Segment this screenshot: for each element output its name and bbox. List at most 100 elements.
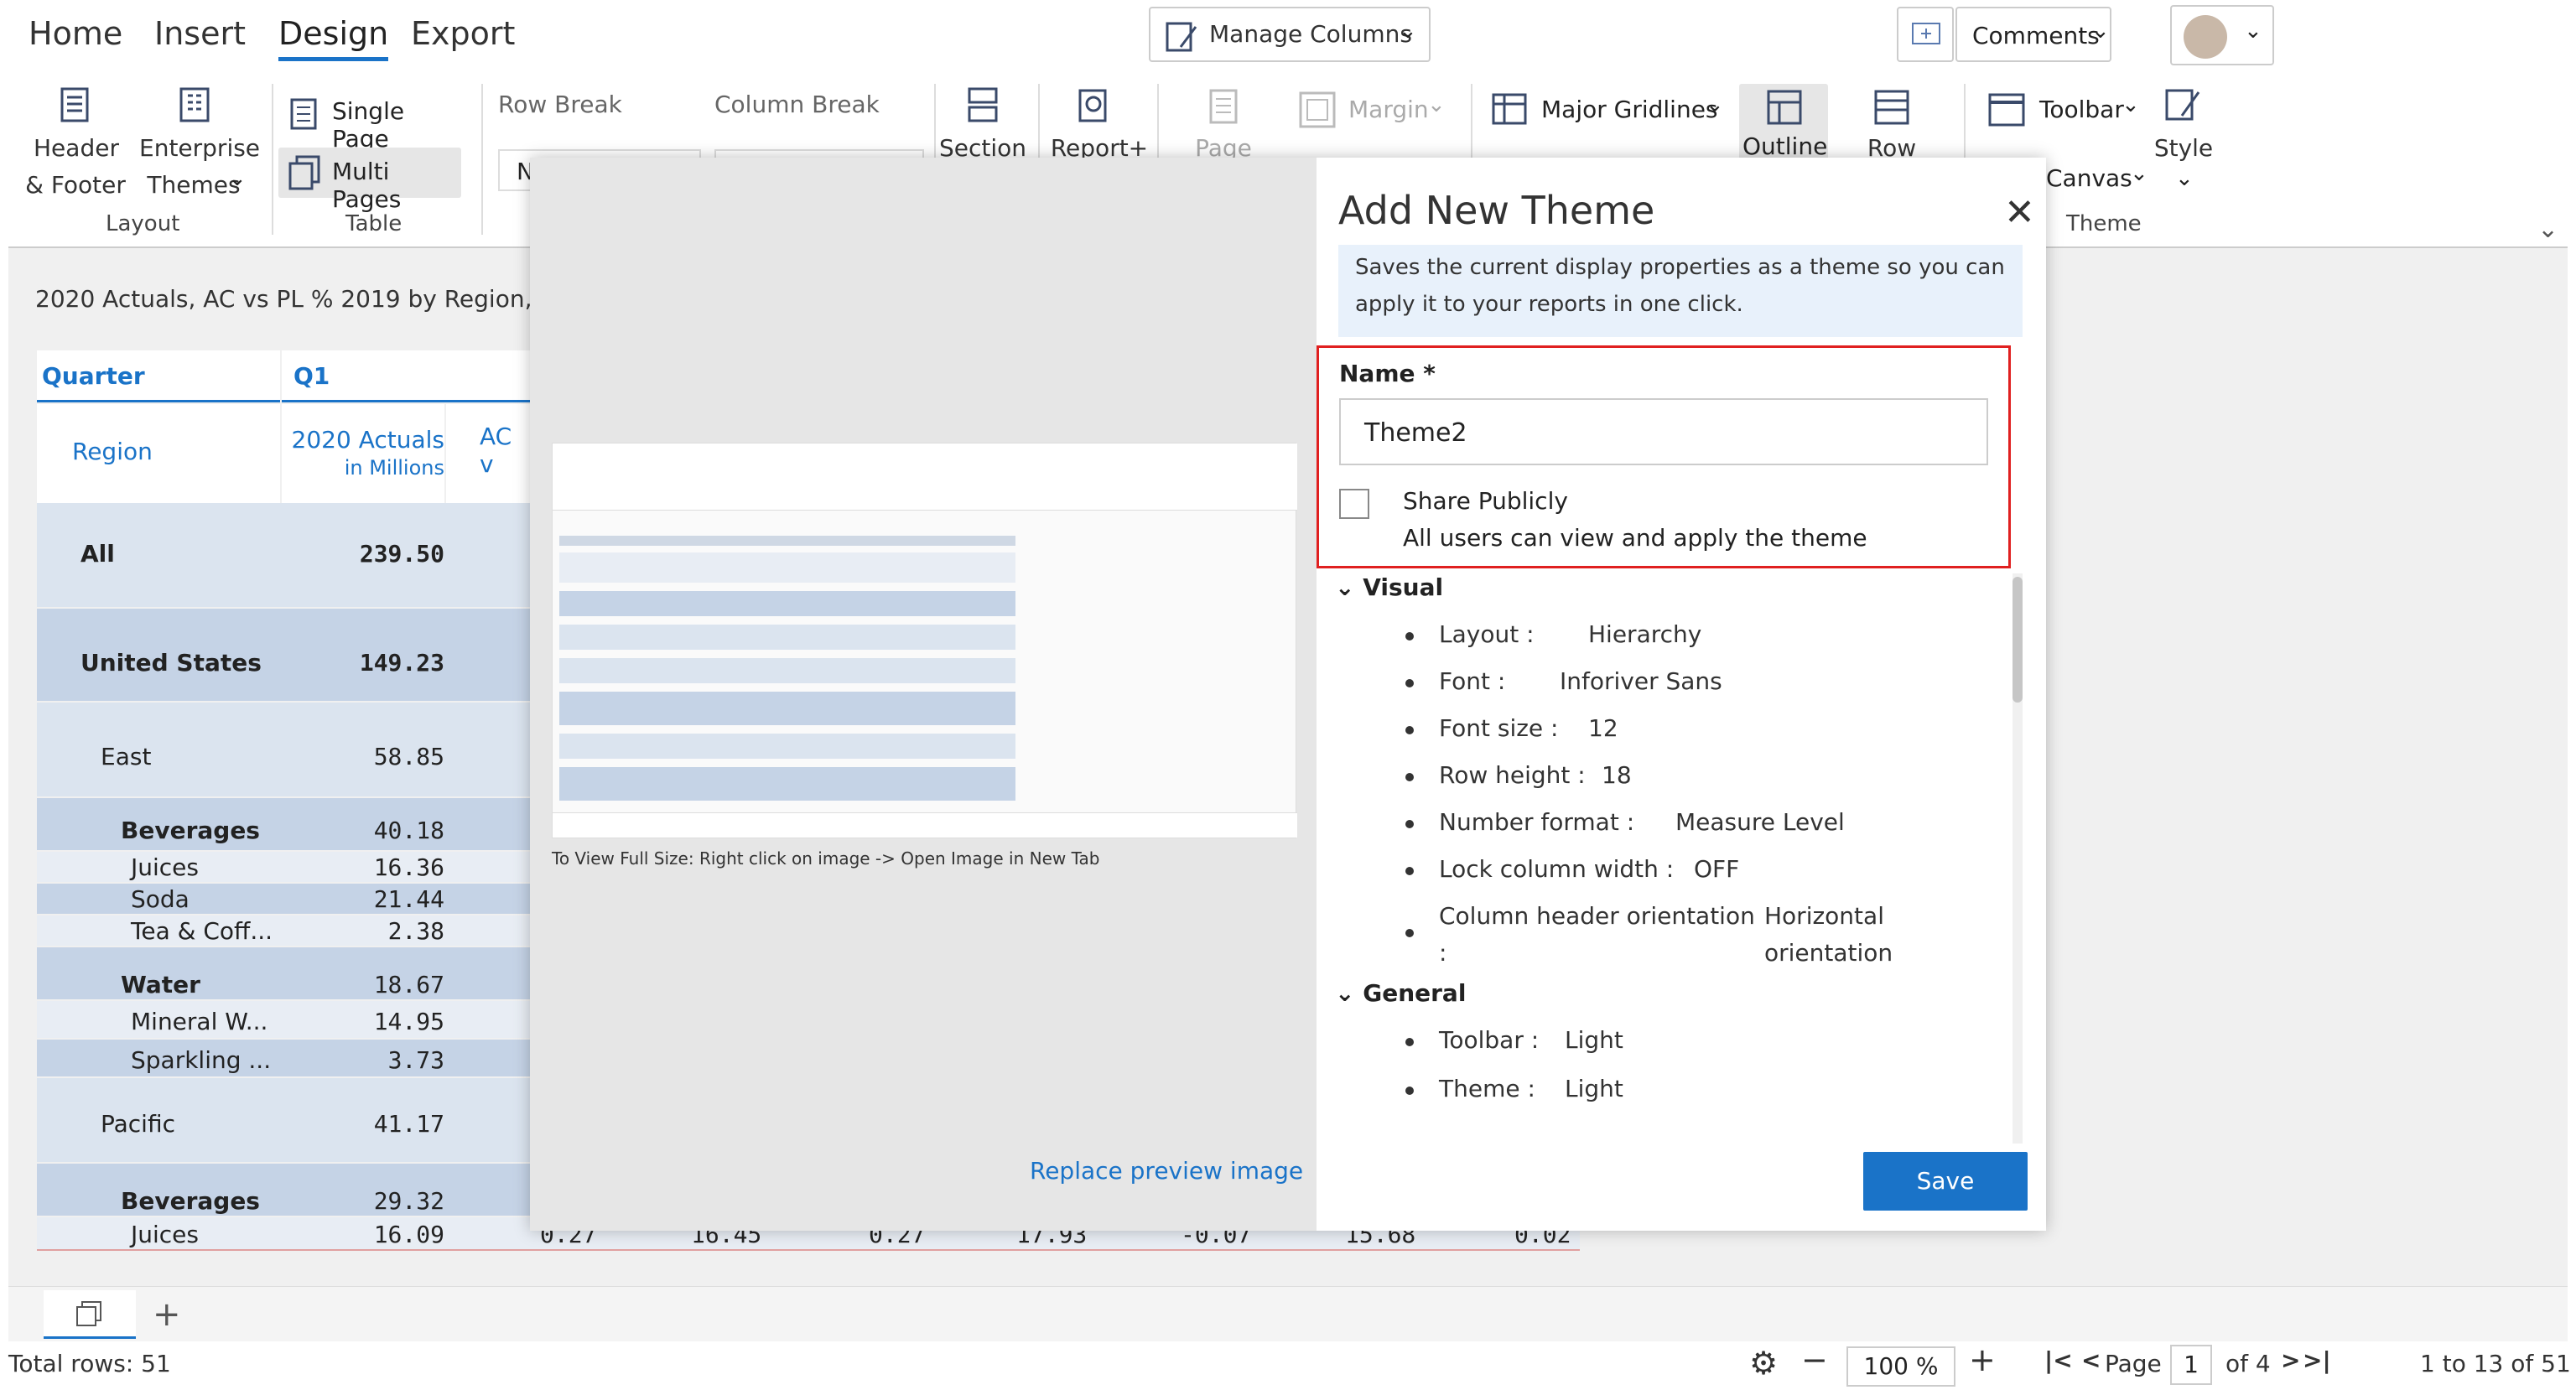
name-input-value: Theme2 [1364,418,1467,448]
bullet [1405,867,1414,875]
save-button[interactable]: Save [1863,1152,2028,1211]
row-value: 14.95 [373,1008,444,1035]
avatar [2184,15,2227,59]
replace-preview-link[interactable]: Replace preview image [1030,1157,1303,1185]
first-page-icon[interactable]: |< [2044,1346,2073,1374]
tab-home[interactable]: Home [29,15,122,52]
table-row[interactable]: Tea & Coff... 2.38 [37,915,530,946]
canvas-button[interactable]: Canvas ⌄ [2046,161,2148,198]
outline-button[interactable]: Outline [1739,84,1828,164]
comments-button[interactable]: Comments ⌄ [1955,7,2111,62]
table-row[interactable]: All 239.50 [37,503,530,607]
prop-value: 12 [1588,714,1618,742]
column-break-label: Column Break [714,91,880,118]
header-footer-icon [60,87,89,122]
table-row[interactable]: East 58.85 [37,703,530,796]
q1-header: Q1 [293,362,330,390]
chevron-down-icon: ⌄ [2091,18,2110,44]
prop-value: Inforiver Sans [1560,667,1722,695]
general-section-toggle[interactable]: ⌄ General [1335,979,1466,1007]
toolbar-button[interactable]: Toolbar ⌄ [1987,91,2147,132]
prop-key: Row height : [1439,761,1586,789]
prop-key: Layout : [1439,620,1535,648]
properties-list: ⌄ Visual Layout : Hierarchy Font : Infor… [1335,573,2006,1144]
table-row[interactable]: Sparkling ... 3.73 [37,1040,530,1076]
table-row[interactable]: United States 149.23 [37,609,530,701]
quarter-header: Quarter [42,362,145,390]
zoom-out-icon[interactable]: − [1801,1341,1828,1378]
chevron-down-icon: ⌄ [2130,161,2148,186]
row-value: 16.36 [373,853,444,881]
row-value: 58.85 [373,743,444,770]
share-publicly-label: Share Publicly [1403,487,1568,515]
properties-scrollbar[interactable] [2012,573,2023,1144]
row-label: Tea & Coff... [131,917,273,945]
row-label: All [80,540,115,568]
chevron-down-icon: ⌄ [1706,92,1724,117]
manage-columns-label: Manage Columns [1209,20,1412,48]
last-page-icon[interactable]: >| [2303,1346,2331,1374]
tab-export[interactable]: Export [411,15,515,52]
user-menu[interactable]: ⌄ [2170,5,2274,65]
add-sheet-icon[interactable]: + [153,1295,181,1334]
preview-pane: To View Full Size: Right click on image … [530,158,1317,1231]
sheet-tab[interactable] [44,1290,136,1339]
table-row[interactable]: Water 18.67 [37,947,530,999]
row-value: 29.32 [373,1187,444,1215]
toolbar-icon [1988,93,2025,127]
report-plus-icon [1078,89,1107,122]
visual-header: Visual [1363,573,1444,601]
table-row[interactable]: Soda 21.44 [37,884,530,914]
manage-columns-button[interactable]: Manage Columns ⌄ [1149,7,1431,62]
prev-page-icon[interactable]: < [2081,1346,2101,1374]
row-value: 239.50 [359,540,444,568]
scrollbar-thumb[interactable] [2012,577,2023,703]
prop-key: Toolbar : [1439,1026,1540,1054]
chevron-down-icon: ⌄ [1399,18,1417,44]
single-page-label: Single Page [332,97,405,153]
collapse-ribbon-icon[interactable]: ⌄ [2537,215,2558,244]
bullet [1405,632,1414,641]
name-section-highlight: Name * Theme2 Share Publicly All users c… [1317,345,2011,568]
page-input[interactable]: 1 [2170,1345,2212,1385]
chevron-down-icon: ⌄ [228,166,247,191]
table-row[interactable]: Beverages 29.32 [37,1164,530,1216]
major-gridlines-label: Major Gridlines [1541,96,1718,123]
single-page-button[interactable]: Single Page [285,92,466,153]
close-icon[interactable]: ✕ [2004,191,2035,234]
major-gridlines-button[interactable]: Major Gridlines ⌄ [1491,91,1734,132]
row-label: Mineral W... [131,1008,268,1035]
chevron-down-icon: ⌄ [1427,92,1446,117]
multi-pages-button[interactable]: Multi Pages [278,148,461,213]
report-title: 2020 Actuals, AC vs PL % 2019 by Region,… [35,285,584,313]
bullet [1405,820,1414,828]
prop-value: Hierarchy [1588,620,1702,648]
theme-preview-image [552,443,1297,838]
name-input[interactable]: Theme2 [1339,398,1988,465]
zoom-input[interactable]: 100 % [1846,1346,1955,1387]
actuals-header-1: 2020 Actuals [291,426,444,454]
zoom-in-icon[interactable]: + [1969,1341,1996,1378]
row-label: Sparkling ... [131,1046,272,1074]
next-page-icon[interactable]: > [2281,1346,2300,1374]
tab-design[interactable]: Design [278,15,389,61]
share-publicly-desc: All users can view and apply the theme [1403,524,1867,552]
table-row[interactable]: Juices 16.36 [37,852,530,882]
margin-button[interactable]: Margin ⌄ [1298,91,1449,132]
gear-icon[interactable]: ⚙ [1749,1345,1778,1382]
tab-insert[interactable]: Insert [154,15,246,52]
chevron-down-icon: ⌄ [2175,166,2194,191]
table-row[interactable]: Beverages 40.18 [37,798,530,850]
page-label: Page [2105,1350,2162,1377]
row-label: Beverages [121,1187,260,1215]
canvas-label: Canvas [2046,164,2132,192]
row-break-label: Row Break [498,91,622,118]
table-row[interactable]: Mineral W... 14.95 [37,1001,530,1038]
share-publicly-checkbox[interactable] [1339,489,1369,519]
add-comment-button[interactable] [1897,7,1954,62]
row-label: Pacific [101,1110,175,1138]
visual-section-toggle[interactable]: ⌄ Visual [1335,573,1443,601]
general-header: General [1363,979,1467,1007]
table-row[interactable]: Pacific 41.17 [37,1078,530,1162]
row-label: East [101,743,152,770]
